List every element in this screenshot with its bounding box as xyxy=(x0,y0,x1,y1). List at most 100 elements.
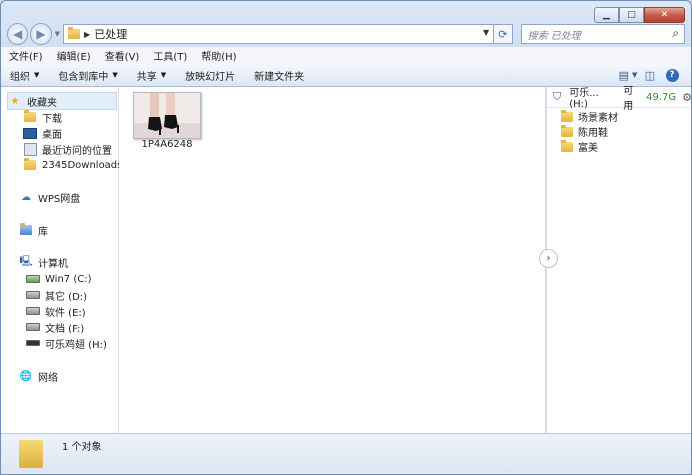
nav-downloads[interactable]: 下载 xyxy=(23,109,62,125)
slideshow-label: 放映幻灯片 xyxy=(185,71,236,83)
nav-drive-e[interactable]: 软件 (E:) xyxy=(26,303,86,319)
preview-folder[interactable]: 富美 xyxy=(561,139,598,154)
new-folder-label: 新建文件夹 xyxy=(254,71,305,83)
nav-drive-d[interactable]: 其它 (D:) xyxy=(26,287,87,303)
window-controls: ▁ □ ✕ xyxy=(594,7,685,23)
file-thumbnail[interactable] xyxy=(133,92,201,139)
gear-icon[interactable]: ⚙ xyxy=(682,91,691,104)
file-name[interactable]: 1P4A6248 xyxy=(133,139,201,150)
title-bar: ▁ □ ✕ xyxy=(1,1,691,23)
usb-drive-icon xyxy=(26,337,40,349)
slideshow-button[interactable]: 放映幻灯片 xyxy=(176,68,245,83)
include-in-library-button[interactable]: 包含到库中 ▼ xyxy=(49,68,127,83)
star-icon: ★ xyxy=(10,95,20,107)
address-bar[interactable]: ▶ 已处理 ▼ xyxy=(63,24,495,44)
help-button[interactable]: ? xyxy=(661,67,683,83)
folder-icon xyxy=(561,124,573,137)
menu-view[interactable]: 查看(V) xyxy=(97,48,146,63)
nav-wps-label: WPS网盘 xyxy=(38,193,81,205)
preview-free-label: 可用 xyxy=(623,86,634,112)
chevron-right-icon: › xyxy=(546,253,551,264)
thumbnail-image xyxy=(134,93,200,138)
breadcrumb-current[interactable]: 已处理 xyxy=(94,26,127,42)
close-button[interactable]: ✕ xyxy=(644,7,685,23)
back-arrow-icon: ◀ xyxy=(13,27,23,41)
share-label: 共享 xyxy=(136,71,157,83)
nav-recent-places-label: 最近访问的位置 xyxy=(42,145,112,157)
nav-drive-h[interactable]: 可乐鸡翅 (H:) xyxy=(26,335,107,351)
nav-drive-f[interactable]: 文档 (F:) xyxy=(26,319,84,335)
chevron-down-icon: ▼ xyxy=(34,71,40,79)
preview-folder[interactable]: 场景素材 xyxy=(561,109,618,124)
nav-desktop[interactable]: 桌面 xyxy=(23,125,62,141)
nav-downloads-label: 下载 xyxy=(42,113,62,125)
nav-drive-e-label: 软件 (E:) xyxy=(45,307,86,319)
new-folder-button[interactable]: 新建文件夹 xyxy=(245,68,314,83)
nav-favorites-label: 收藏夹 xyxy=(27,97,57,109)
nav-network[interactable]: 🌐 网络 xyxy=(19,368,58,384)
search-input[interactable]: 搜索 已处理 ⌕ xyxy=(520,24,685,44)
minimize-button[interactable]: ▁ xyxy=(594,7,619,23)
desktop-icon xyxy=(23,127,37,139)
command-bar-right: ▤ ▼ ◫ ? xyxy=(617,67,683,83)
menu-help[interactable]: 帮助(H) xyxy=(193,48,242,63)
search-placeholder: 搜索 已处理 xyxy=(527,30,581,42)
status-bar: 1 个对象 xyxy=(1,433,691,474)
preview-folder-label: 陈用鞋 xyxy=(578,128,608,139)
chevron-right-icon[interactable]: ▶ xyxy=(84,30,90,39)
explorer-window: ▁ □ ✕ ◀ ▶ ▼ ▶ 已处理 ▼ ⟳ 搜索 已处理 ⌕ 文件(F) 编辑(… xyxy=(0,0,692,475)
preview-pane-button[interactable]: ◫ xyxy=(639,67,661,83)
menu-edit[interactable]: 编辑(E) xyxy=(49,48,97,63)
nav-drive-h-label: 可乐鸡翅 (H:) xyxy=(45,339,107,351)
folder-icon xyxy=(19,440,43,468)
expand-pane-button[interactable]: › xyxy=(539,249,558,268)
drive-icon xyxy=(26,321,40,333)
nav-network-label: 网络 xyxy=(38,372,58,384)
file-list: 1P4A6248 xyxy=(119,87,545,433)
help-icon: ? xyxy=(665,68,679,82)
navigation-row: ◀ ▶ ▼ ▶ 已处理 ▼ ⟳ 搜索 已处理 ⌕ xyxy=(7,23,685,45)
nav-drive-d-label: 其它 (D:) xyxy=(45,291,88,303)
folder-icon xyxy=(561,139,573,152)
view-options-button[interactable]: ▤ ▼ xyxy=(617,67,639,83)
refresh-icon: ⟳ xyxy=(498,27,508,41)
menu-file[interactable]: 文件(F) xyxy=(1,48,49,63)
share-button[interactable]: 共享 ▼ xyxy=(128,68,176,83)
nav-computer-label: 计算机 xyxy=(38,258,68,270)
back-button[interactable]: ◀ xyxy=(7,23,29,45)
forward-button[interactable]: ▶ xyxy=(30,23,52,45)
drive-icon xyxy=(26,289,40,301)
computer-icon: 🖳 xyxy=(19,255,33,267)
include-in-library-label: 包含到库中 xyxy=(58,71,109,83)
network-icon: 🌐 xyxy=(19,370,33,382)
preview-pane-icon: ◫ xyxy=(644,68,656,82)
nav-2345downloads[interactable]: 2345Downloads xyxy=(23,157,122,173)
nav-desktop-label: 桌面 xyxy=(42,129,62,141)
nav-drive-c[interactable]: Win7 (C:) xyxy=(26,271,91,287)
chevron-down-icon: ▼ xyxy=(632,71,638,79)
preview-drive-label: 可乐...(H:) xyxy=(569,88,599,110)
search-icon[interactable]: ⌕ xyxy=(672,26,679,41)
recent-pages-dropdown[interactable]: ▼ xyxy=(55,30,60,38)
folder-icon xyxy=(561,109,573,122)
nav-drive-f-label: 文档 (F:) xyxy=(45,323,85,335)
nav-wps-cloud[interactable]: ☁ WPS网盘 xyxy=(19,189,80,205)
nav-recent-places[interactable]: 最近访问的位置 xyxy=(23,141,112,157)
preview-pane: › ⛉ 可乐...(H:) 可用 49.7G ⚙ 场景素材 陈用鞋 富美 xyxy=(539,86,691,433)
folder-icon xyxy=(68,27,81,39)
refresh-button[interactable]: ⟳ xyxy=(494,24,513,44)
address-dropdown-icon[interactable]: ▼ xyxy=(483,28,489,37)
preview-folder[interactable]: 陈用鞋 xyxy=(561,124,608,139)
nav-library[interactable]: 库 xyxy=(19,222,48,238)
preview-folder-label: 富美 xyxy=(578,143,598,154)
recent-places-icon xyxy=(23,142,37,156)
nav-favorites[interactable]: ★ 收藏夹 xyxy=(7,92,117,110)
maximize-button[interactable]: □ xyxy=(619,7,644,23)
preview-folder-label: 场景素材 xyxy=(578,113,618,124)
cloud-icon: ☁ xyxy=(21,191,31,203)
menu-tools[interactable]: 工具(T) xyxy=(145,48,193,63)
organize-button[interactable]: 组织 ▼ xyxy=(1,68,49,83)
status-text: 1 个对象 xyxy=(62,442,102,453)
nav-computer[interactable]: 🖳 计算机 xyxy=(19,254,68,270)
preview-free-value: 49.7G xyxy=(646,91,677,103)
